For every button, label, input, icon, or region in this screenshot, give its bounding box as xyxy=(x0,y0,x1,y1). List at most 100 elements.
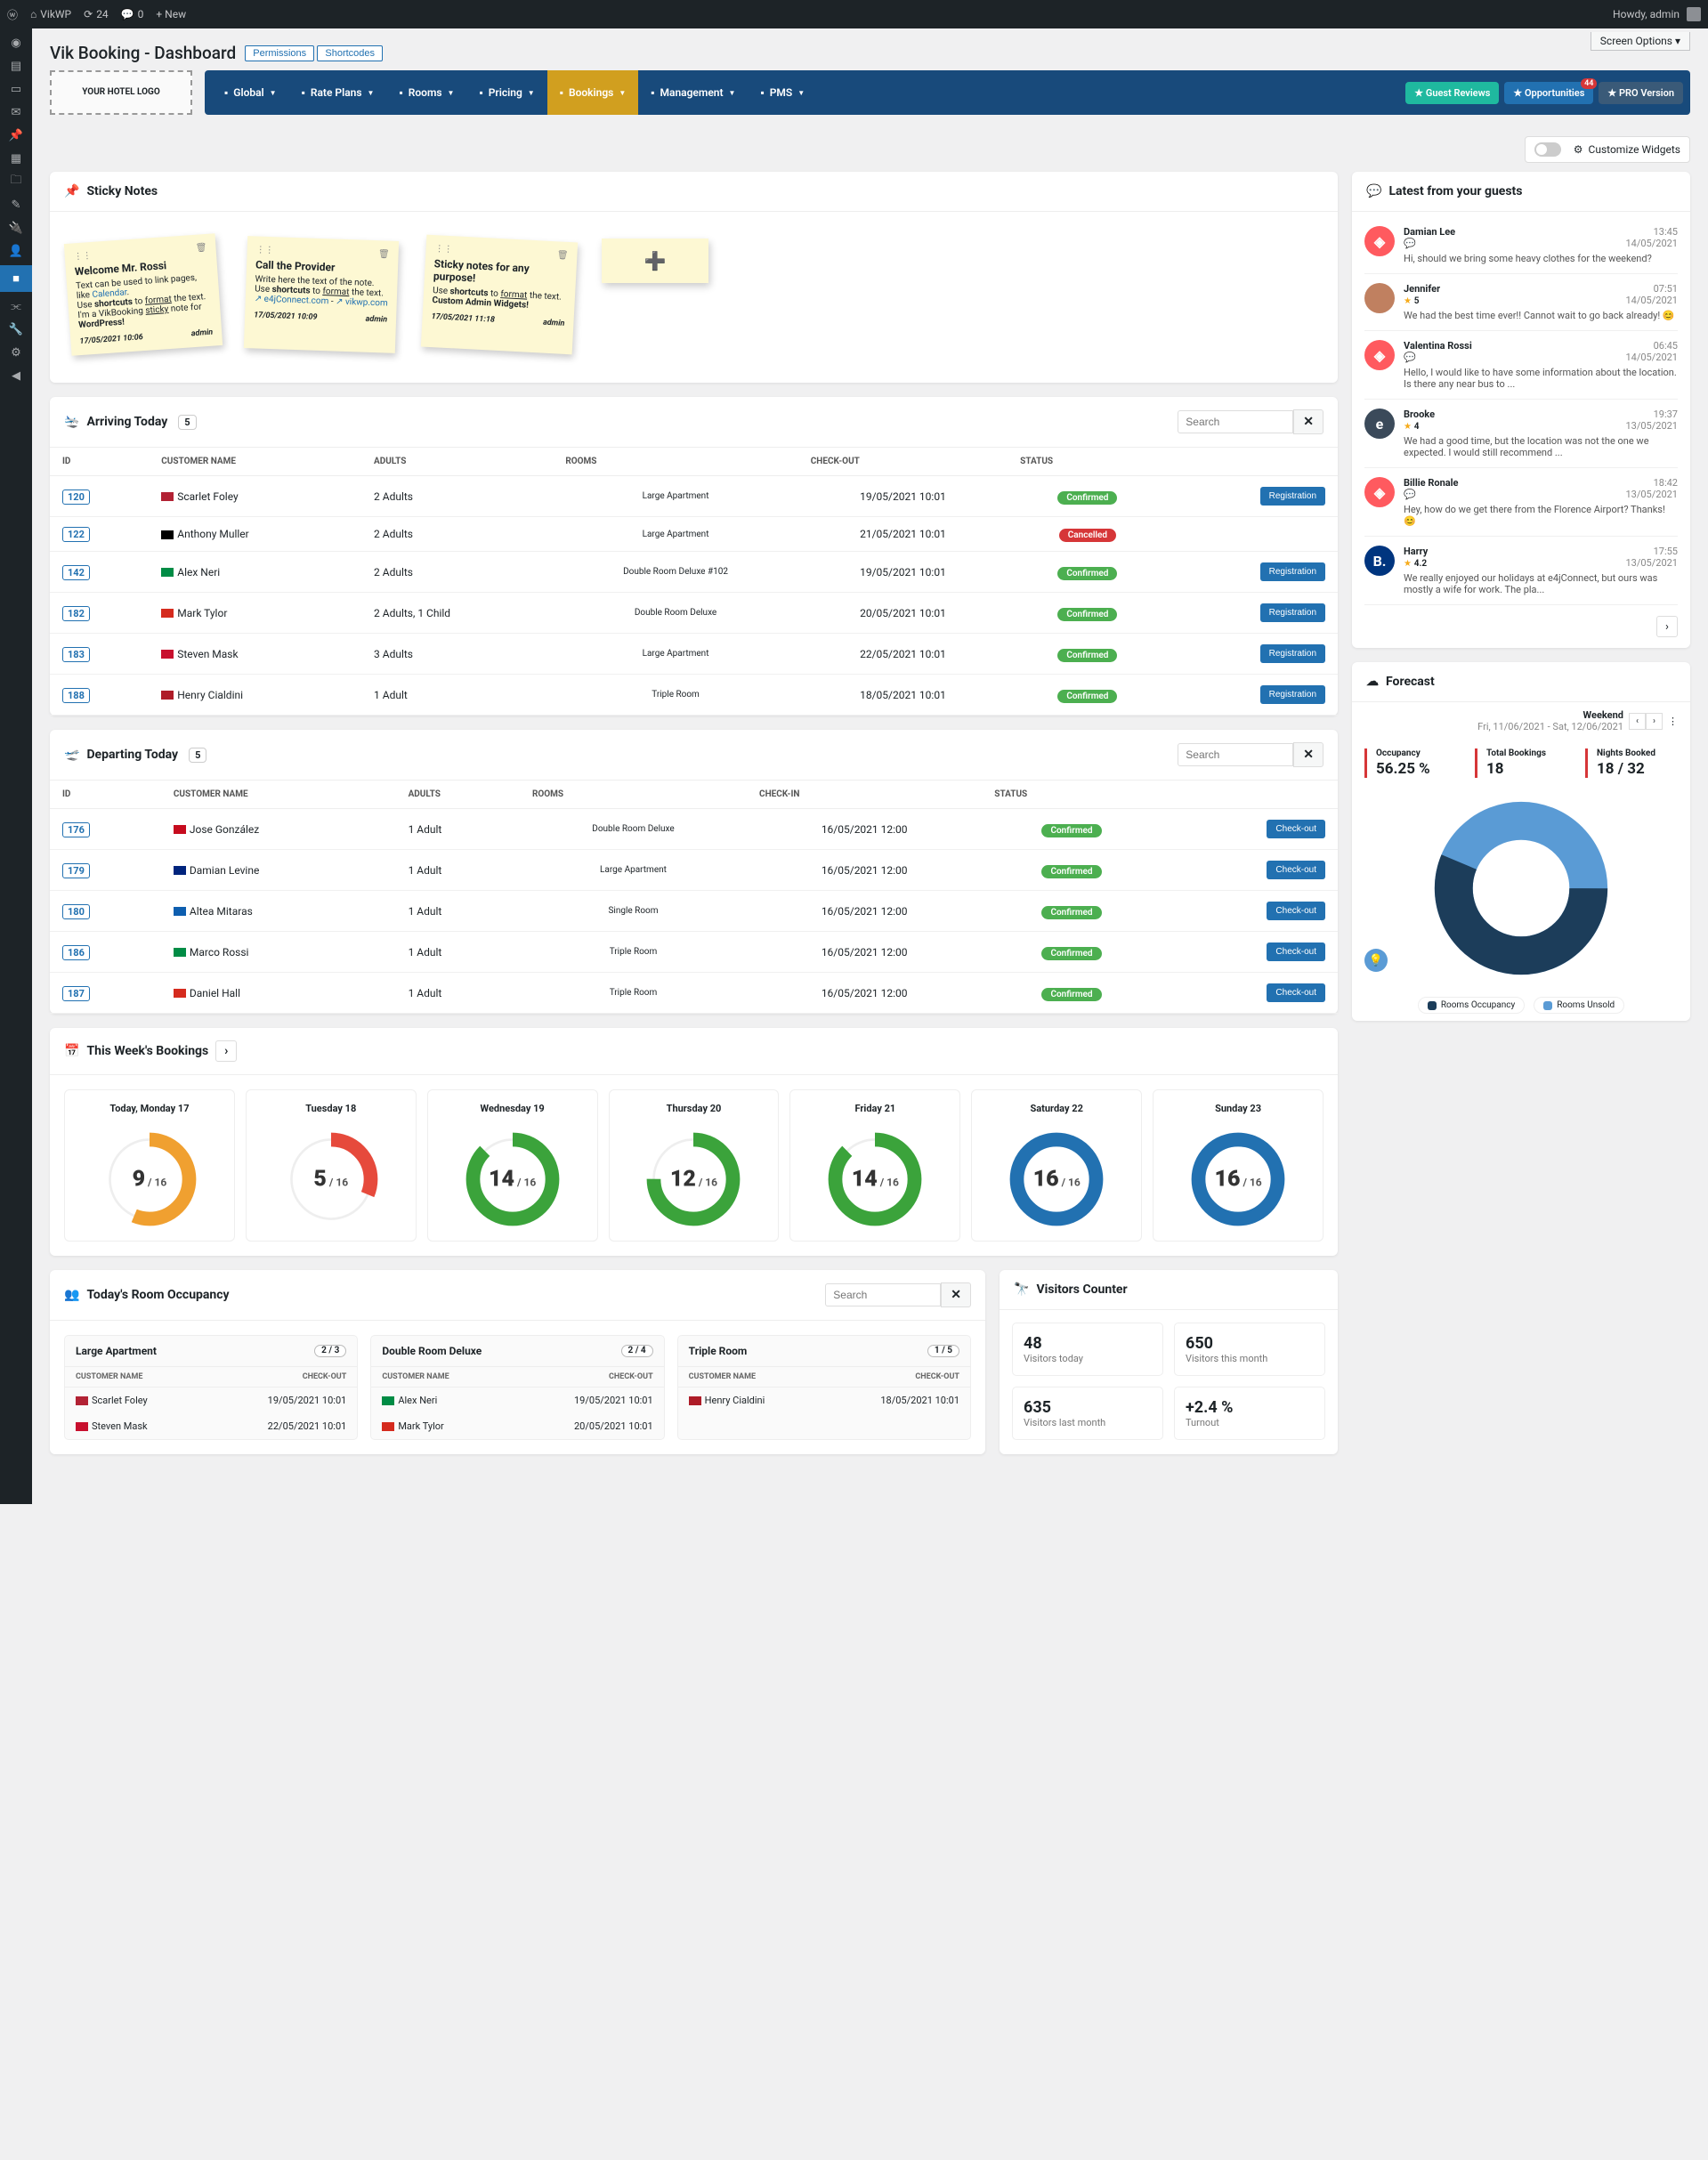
nav-rooms[interactable]: ▪ Rooms ▼ xyxy=(386,70,466,115)
day-card[interactable]: Today, Monday 17 9 / 16 xyxy=(64,1089,235,1242)
nav-btn-opportunities[interactable]: ★ Opportunities44 xyxy=(1504,82,1593,104)
drag-icon[interactable]: ⋮⋮ xyxy=(434,244,453,255)
table-row[interactable]: 182 Mark Tylor 2 Adults, 1 Child Double … xyxy=(50,593,1338,634)
drag-icon[interactable]: ⋮⋮ xyxy=(73,251,92,262)
nav-management[interactable]: ▪ Management ▼ xyxy=(638,70,748,115)
day-card[interactable]: Saturday 22 16 / 16 xyxy=(971,1089,1142,1242)
day-card[interactable]: Tuesday 18 5 / 16 xyxy=(246,1089,417,1242)
customize-widgets-button[interactable]: ⚙ Customize Widgets xyxy=(1525,136,1690,163)
updates[interactable]: ⟳ 24 xyxy=(84,8,109,20)
nav-btn-pro-version[interactable]: ★ PRO Version xyxy=(1599,82,1683,104)
trash-icon[interactable]: 🗑 xyxy=(378,249,390,259)
nav-btn-guest-reviews[interactable]: ★ Guest Reviews xyxy=(1405,82,1499,104)
toggle-icon[interactable] xyxy=(1534,142,1561,157)
vikbooking-icon[interactable]: ■ xyxy=(0,265,32,292)
guest-message[interactable]: ◈ Billie Ronale💬 18:4213/05/2021 Hey, ho… xyxy=(1364,468,1678,537)
registration-button[interactable]: Registration xyxy=(1260,644,1325,663)
pin-icon[interactable]: 📌 xyxy=(7,126,25,144)
occupancy-clear[interactable]: ✕ xyxy=(941,1282,971,1307)
legend-item[interactable]: Rooms Unsold xyxy=(1534,997,1624,1014)
table-row[interactable]: 179 Damian Levine 1 Adult Large Apartmen… xyxy=(50,850,1338,891)
dashboard-icon[interactable]: ◉ xyxy=(7,34,25,52)
guest-message[interactable]: ◈ Valentina Rossi💬 06:4514/05/2021 Hello… xyxy=(1364,331,1678,400)
forecast-next[interactable]: › xyxy=(1646,713,1663,730)
table-row[interactable]: 186 Marco Rossi 1 Adult Triple Room 16/0… xyxy=(50,932,1338,973)
occupancy-guest[interactable]: Mark Tylor20/05/2021 10:01 xyxy=(371,1413,663,1439)
calendar-icon[interactable]: ▦ xyxy=(7,150,25,167)
occupancy-guest[interactable]: Alex Neri19/05/2021 10:01 xyxy=(371,1387,663,1413)
check-out-button[interactable]: Check-out xyxy=(1267,902,1325,920)
trash-icon[interactable]: 🗑 xyxy=(195,243,206,254)
add-sticky[interactable]: ➕ xyxy=(602,239,708,283)
table-row[interactable]: 183 Steven Mask 3 Adults Large Apartment… xyxy=(50,634,1338,675)
guest-message[interactable]: B. Harry★ 4.2 17:5513/05/2021 We really … xyxy=(1364,537,1678,605)
week-next[interactable]: › xyxy=(215,1040,237,1062)
check-out-button[interactable]: Check-out xyxy=(1267,942,1325,961)
logo-placeholder[interactable]: YOUR HOTEL LOGO xyxy=(50,70,192,115)
sticky-note[interactable]: ⋮⋮🗑 Call the Provider Write here the tex… xyxy=(244,236,399,353)
plugins-icon[interactable]: 🔌 xyxy=(7,219,25,237)
media-icon[interactable]: ▤ xyxy=(7,57,25,75)
trash-icon[interactable]: 🗑 xyxy=(556,250,568,261)
shortcodes-button[interactable]: Shortcodes xyxy=(317,45,383,61)
guest-message[interactable]: Jennifer★ 5 07:5114/05/2021 We had the b… xyxy=(1364,274,1678,331)
occupancy-guest[interactable]: Steven Mask22/05/2021 10:01 xyxy=(65,1413,357,1439)
day-card[interactable]: Sunday 23 16 / 16 xyxy=(1153,1089,1323,1242)
guest-message[interactable]: e Brooke★ 4 19:3713/05/2021 We had a goo… xyxy=(1364,400,1678,468)
folder-icon[interactable]: 🗀 xyxy=(7,173,25,190)
table-row[interactable]: 180 Altea Mitaras 1 Adult Single Room 16… xyxy=(50,891,1338,932)
guests-more[interactable]: › xyxy=(1656,616,1678,637)
nav-global[interactable]: ▪ Global ▼ xyxy=(212,70,289,115)
drag-icon[interactable]: ⋮⋮ xyxy=(256,245,274,255)
check-out-button[interactable]: Check-out xyxy=(1267,820,1325,838)
nav-pricing[interactable]: ▪ Pricing ▼ xyxy=(466,70,546,115)
tools-icon[interactable]: 🔧 xyxy=(7,320,25,338)
collapse-icon[interactable]: ◀ xyxy=(7,367,25,384)
pages-icon[interactable]: ▭ xyxy=(7,80,25,98)
nav-rate-plans[interactable]: ▪ Rate Plans ▼ xyxy=(289,70,387,115)
day-card[interactable]: Friday 21 14 / 16 xyxy=(789,1089,960,1242)
registration-button[interactable]: Registration xyxy=(1260,487,1325,506)
occupancy-guest[interactable]: Scarlet Foley19/05/2021 10:01 xyxy=(65,1387,357,1413)
day-card[interactable]: Wednesday 19 14 / 16 xyxy=(427,1089,598,1242)
departing-search[interactable] xyxy=(1178,743,1293,766)
users-icon[interactable]: 👤 xyxy=(7,242,25,260)
legend-item[interactable]: Rooms Occupancy xyxy=(1418,997,1525,1014)
screen-options[interactable]: Screen Options ▾ xyxy=(1591,32,1690,51)
arriving-search[interactable] xyxy=(1178,410,1293,433)
bulb-icon[interactable]: 💡 xyxy=(1364,949,1388,972)
registration-button[interactable]: Registration xyxy=(1260,562,1325,581)
departing-clear[interactable]: ✕ xyxy=(1293,742,1323,767)
permissions-button[interactable]: Permissions xyxy=(245,45,314,61)
check-out-button[interactable]: Check-out xyxy=(1267,983,1325,1002)
occupancy-search[interactable] xyxy=(825,1283,941,1307)
check-out-button[interactable]: Check-out xyxy=(1267,861,1325,879)
sticky-note[interactable]: ⋮⋮🗑 Sticky notes for any purpose! Use sh… xyxy=(421,235,578,355)
new-content[interactable]: + New xyxy=(156,8,186,20)
day-card[interactable]: Thursday 20 12 / 16 xyxy=(609,1089,780,1242)
arriving-clear[interactable]: ✕ xyxy=(1293,409,1323,434)
howdy[interactable]: Howdy, admin xyxy=(1613,8,1680,20)
table-row[interactable]: 187 Daniel Hall 1 Adult Triple Room 16/0… xyxy=(50,973,1338,1014)
wp-logo[interactable]: ⓦ xyxy=(7,7,18,22)
forecast-menu[interactable]: ⋮ xyxy=(1668,716,1678,727)
table-row[interactable]: 122 Anthony Muller 2 Adults Large Apartm… xyxy=(50,517,1338,552)
registration-button[interactable]: Registration xyxy=(1260,685,1325,704)
guest-message[interactable]: ◈ Damian Lee💬 13:4514/05/2021 Hi, should… xyxy=(1364,217,1678,274)
avatar-icon[interactable] xyxy=(1687,7,1701,21)
registration-button[interactable]: Registration xyxy=(1260,603,1325,622)
occupancy-guest[interactable]: Henry Cialdini18/05/2021 10:01 xyxy=(678,1387,970,1413)
site-name[interactable]: ⌂ VikWP xyxy=(30,8,71,20)
appearance-icon[interactable]: ✎ xyxy=(7,196,25,214)
sticky-note[interactable]: ⋮⋮🗑 Welcome Mr. Rossi Text can be used t… xyxy=(64,233,223,356)
share-icon[interactable]: ⫘ xyxy=(7,297,25,315)
forecast-prev[interactable]: ‹ xyxy=(1629,713,1646,730)
nav-bookings[interactable]: ▪ Bookings ▼ xyxy=(547,70,639,115)
table-row[interactable]: 120 Scarlet Foley 2 Adults Large Apartme… xyxy=(50,476,1338,517)
settings-icon[interactable]: ⚙ xyxy=(7,344,25,361)
table-row[interactable]: 176 Jose González 1 Adult Double Room De… xyxy=(50,809,1338,850)
table-row[interactable]: 188 Henry Cialdini 1 Adult Triple Room 1… xyxy=(50,675,1338,716)
nav-pms[interactable]: ▪ PMS ▼ xyxy=(748,70,817,115)
table-row[interactable]: 142 Alex Neri 2 Adults Double Room Delux… xyxy=(50,552,1338,593)
comments-icon[interactable]: ✉ xyxy=(7,103,25,121)
